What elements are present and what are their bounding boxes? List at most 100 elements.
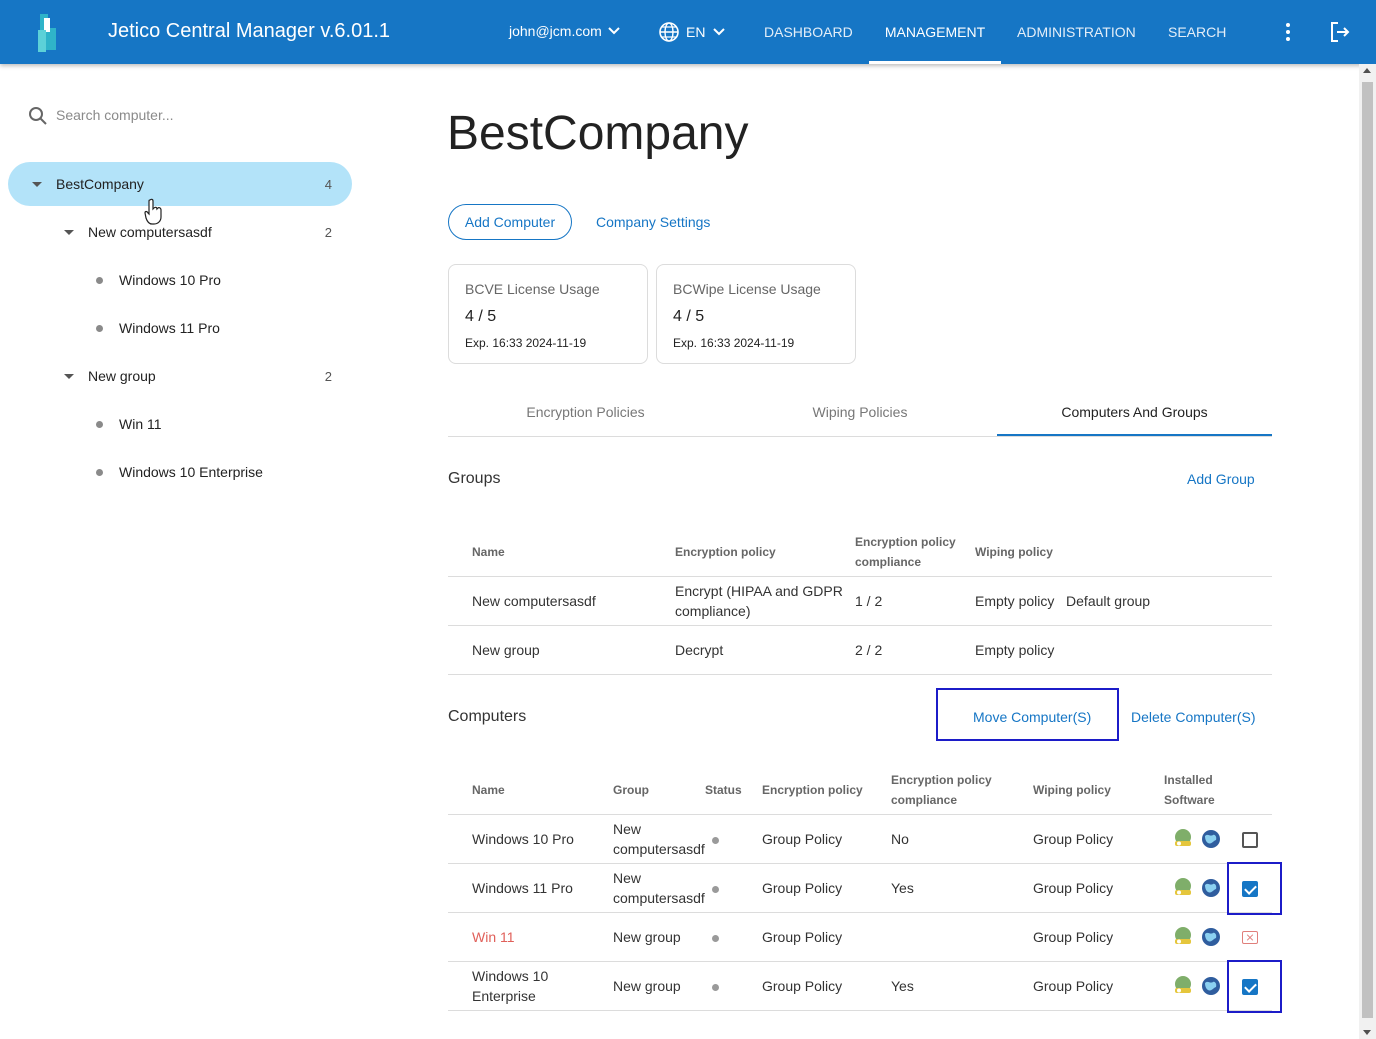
table-row[interactable]: New computersasdf Encrypt (HIPAA and GDP… [448,575,1272,625]
user-menu[interactable]: john@jcm.com [509,23,622,39]
bcwipe-globe-icon [1202,878,1220,897]
chevron-down-icon [608,27,620,35]
jetico-logo-icon [38,14,56,52]
language-menu[interactable]: EN [658,21,727,43]
column-header: Encryption policy [762,782,863,797]
nav-search[interactable]: SEARCH [1168,0,1226,64]
bullet-icon [96,276,103,284]
computer-name[interactable]: Windows 10 Enterprise [448,960,613,1011]
software-cell [1164,862,1242,912]
groups-table: Name Encryption policy Encryption policy… [448,528,1272,675]
status-dot [712,934,719,942]
header-line: compliance [855,554,922,569]
column-header: Wiping policy [975,544,1053,559]
bullet-icon [96,324,103,332]
caret-down-icon[interactable] [64,229,74,235]
software-cell [1164,911,1242,961]
row-select-checkbox[interactable] [1242,978,1258,995]
scroll-down-icon[interactable] [1363,1030,1371,1035]
column-header: Encryption policy compliance [855,528,975,576]
bcve-key-icon [1175,828,1191,846]
status-cell [705,862,762,912]
row-select-checkbox[interactable] [1242,831,1258,848]
computer-enc-policy: Group Policy [762,862,891,912]
add-group-link[interactable]: Add Group [1187,471,1255,487]
bcve-key-icon [1175,975,1191,993]
tree-node-label: BestCompany [56,176,144,192]
add-computer-button[interactable]: Add Computer [448,204,572,240]
tree-node-count: 2 [324,224,332,240]
table-row[interactable]: Win 11 New group Group Policy Group Poli… [448,911,1272,961]
search-computer-input[interactable] [56,104,336,126]
computer-name[interactable]: Windows 10 Pro [448,813,613,863]
tree-node-count: 2 [324,368,332,384]
scroll-up-icon[interactable] [1363,68,1371,73]
bcwipe-globe-icon [1202,927,1220,946]
company-settings-link[interactable]: Company Settings [596,214,710,230]
tree-node-computer[interactable]: Windows 10 Enterprise [8,450,352,494]
select-cell [1242,911,1272,961]
computer-enc-policy: Group Policy [762,960,891,1011]
computer-wiping: Group Policy [1033,862,1164,912]
caret-down-icon[interactable] [32,181,42,187]
tree-node-computer[interactable]: Windows 11 Pro [8,306,352,350]
status-dot [712,983,719,991]
groups-section-title: Groups [448,470,501,487]
tree-node-label: New group [88,368,156,384]
group-name: New computersasdf [448,575,675,625]
column-header: Status [705,782,742,797]
computer-compliance: Yes [891,862,1033,912]
column-header: Installed Software [1164,766,1242,814]
computer-wiping: Group Policy [1033,813,1164,863]
card-expiration: Exp. 16:33 2024-11-19 [465,336,587,350]
tree-node-computer[interactable]: Windows 10 Pro [8,258,352,302]
bcve-key-icon [1175,877,1191,895]
computer-group: New computersasdf [613,862,705,912]
status-dot [712,885,719,893]
row-select-checkbox[interactable] [1242,880,1258,897]
status-dot [712,836,719,844]
group-compliance: 1 / 2 [855,575,975,625]
computer-name[interactable]: Windows 11 Pro [448,862,613,912]
computer-name[interactable]: Win 11 [448,911,613,961]
nav-management[interactable]: MANAGEMENT [869,0,1001,64]
chevron-down-icon [713,28,726,36]
computer-enc-policy: Group Policy [762,813,891,863]
group-compliance: 2 / 2 [855,624,975,675]
more-vert-icon[interactable] [1278,20,1298,44]
policy-tabs: Encryption Policies Wiping Policies Comp… [448,392,1272,437]
table-row[interactable]: Windows 11 Pro New computersasdf Group P… [448,862,1272,912]
nav-dashboard[interactable]: DASHBOARD [764,0,853,64]
table-row[interactable]: Windows 10 Enterprise New group Group Po… [448,960,1272,1011]
user-email: john@jcm.com [509,23,602,39]
search-icon [29,107,47,125]
computer-wiping: Group Policy [1033,911,1164,961]
page-title: BestCompany [447,107,749,160]
tab-encryption-policies[interactable]: Encryption Policies [448,392,723,436]
card-value: 4 / 5 [673,308,705,325]
column-header: Group [613,782,649,797]
tree-node-label: Windows 11 Pro [119,320,220,336]
caret-down-icon[interactable] [64,373,74,379]
globe-icon [659,22,679,42]
tree-node-group[interactable]: New group 2 [8,354,352,398]
software-cell [1164,960,1242,1011]
bcwipe-globe-icon [1202,829,1220,848]
computer-group: New group [613,960,705,1011]
table-row[interactable]: New group Decrypt 2 / 2 Empty policy [448,624,1272,675]
logout-icon[interactable] [1328,20,1352,44]
column-header [1242,766,1272,814]
tab-wiping-policies[interactable]: Wiping Policies [723,392,997,436]
bullet-icon [96,420,103,428]
tree-node-group[interactable]: New computersasdf 2 [8,210,352,254]
table-row[interactable]: Windows 10 Pro New computersasdf Group P… [448,813,1272,863]
tree-node-root[interactable]: BestCompany 4 [8,162,352,206]
scrollbar[interactable] [1359,64,1376,1039]
nav-administration[interactable]: ADMINISTRATION [1017,0,1136,64]
tree-node-computer[interactable]: Win 11 [8,402,352,446]
delete-computers-link[interactable]: Delete Computer(S) [1131,709,1256,725]
table-header-row: Name Encryption policy Encryption policy… [448,528,1272,576]
move-computers-link[interactable]: Move Computer(S) [973,709,1091,725]
tab-computers-and-groups[interactable]: Computers And Groups [997,392,1272,436]
scroll-thumb[interactable] [1362,82,1373,1018]
